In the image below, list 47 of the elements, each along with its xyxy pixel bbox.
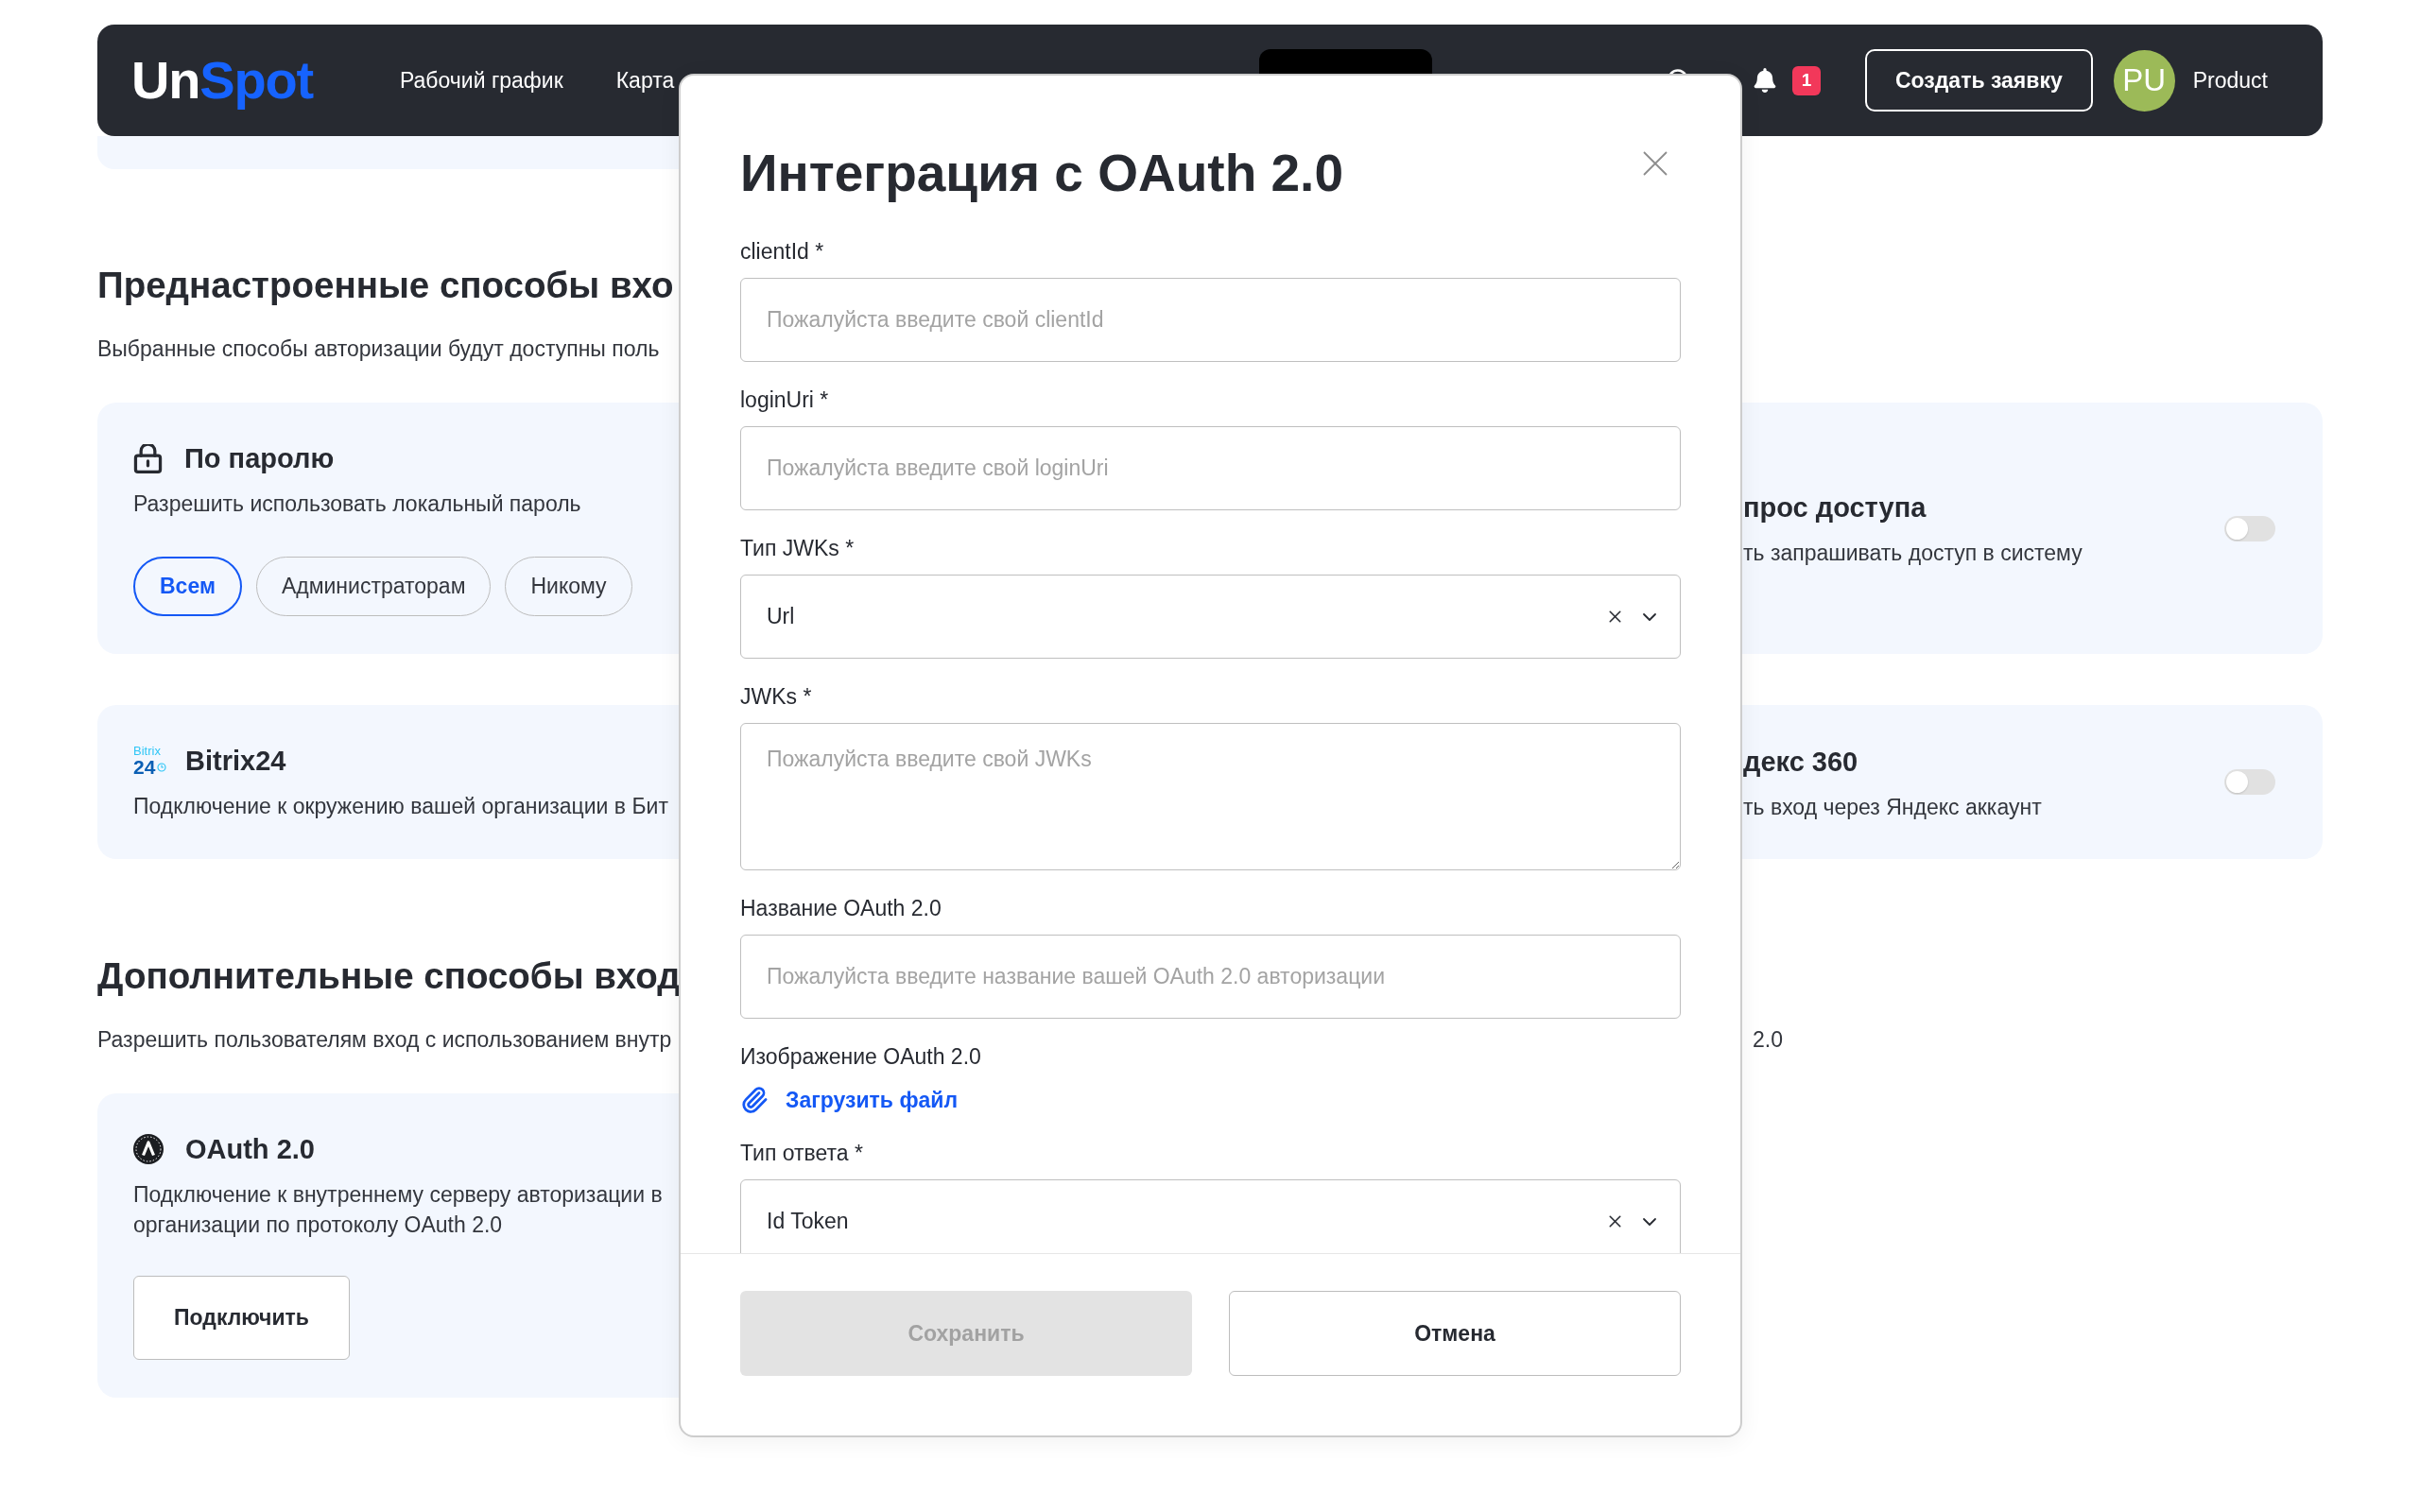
section-description: Разрешить пользователям вход с использованием внутр [97, 1026, 672, 1054]
textarea-field[interactable]: Пожалуйста введите свой JWKs [740, 723, 1681, 870]
logo: UnSpot [131, 51, 313, 110]
card-title: прос доступа [1743, 491, 1927, 524]
input-field[interactable]: Пожалуйста введите название вашей OAuth 2.0 авторизации [740, 935, 1681, 1019]
section-description: 2.0 [1753, 1026, 1783, 1054]
card-description: Подключение к внутреннему серверу авторизации в организации по протоколу OAuth 2.0 [133, 1181, 663, 1239]
dialog-title: Интеграция с OAuth 2.0 [740, 143, 1343, 203]
field-label: Изображение OAuth 2.0 [740, 1043, 981, 1070]
close-icon[interactable] [1643, 151, 1668, 176]
select-field[interactable]: Url [740, 575, 1681, 659]
connect-button[interactable]: Подключить [133, 1276, 350, 1360]
logo-icon [133, 1134, 164, 1164]
card-title: Bitrix24 [185, 745, 286, 778]
nav-tab[interactable]: Рабочий график [400, 49, 563, 112]
select-field[interactable]: Id Token [740, 1179, 1681, 1253]
card-title: По паролю [184, 442, 335, 475]
card-description: Разрешить использовать локальный пароль [133, 490, 581, 518]
field-label: Название OAuth 2.0 [740, 895, 942, 921]
user-name[interactable]: Product [2192, 67, 2268, 94]
toggle-switch[interactable] [2224, 769, 2275, 795]
card-description: ть вход через Яндекс аккаунт [1743, 793, 2042, 821]
notification-badge: 1 [1791, 65, 1821, 95]
section-description: Выбранные способы авторизации будут доступны поль [97, 335, 660, 363]
field-label: loginUri * [740, 387, 829, 413]
upload-file-link[interactable]: Загрузить файл [740, 1083, 959, 1117]
lock-icon [133, 443, 163, 473]
input-field[interactable]: Пожалуйста введите свой loginUri [740, 426, 1681, 510]
input-field[interactable]: Пожалуйста введите свой clientId [740, 278, 1681, 362]
paperclip-icon [740, 1086, 769, 1114]
field-label: JWKs * [740, 683, 812, 710]
create-request-button[interactable]: Создать заявку [1864, 49, 2093, 112]
toggle-switch[interactable] [2224, 515, 2275, 541]
card-title: OAuth 2.0 [185, 1133, 315, 1166]
card-description: ть запрашивать доступ в систему [1743, 540, 2083, 567]
section-title: Преднастроенные способы вхо [97, 264, 674, 307]
nav-tab[interactable]: Карта [615, 49, 675, 112]
field-label: clientId * [740, 238, 824, 265]
bell-icon[interactable] [1752, 68, 1777, 93]
card-description: Подключение к окружению вашей организации в Бит [133, 793, 668, 820]
access-option-button[interactable]: Всем [133, 557, 242, 616]
service-logo: Bitrix 24 [133, 745, 168, 777]
section-title: Дополнительные способы вход [97, 954, 681, 998]
field-label: Тип JWKs * [740, 535, 855, 561]
card-title: декс 360 [1743, 745, 1858, 779]
cancel-button[interactable]: Отмена [1229, 1291, 1681, 1376]
field-label: Тип ответа * [740, 1140, 863, 1166]
